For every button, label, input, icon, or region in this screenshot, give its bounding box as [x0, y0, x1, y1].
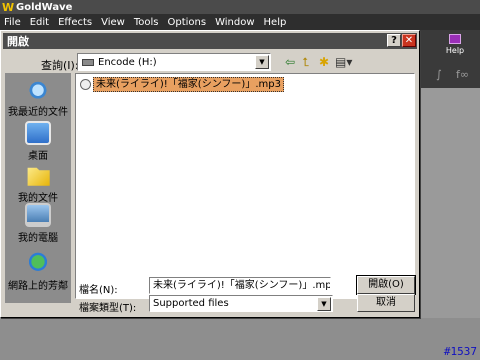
desktop-icon: [25, 121, 51, 145]
place-label: 我的文件: [18, 193, 58, 204]
recent-documents-icon: [25, 77, 51, 101]
menu-view[interactable]: View: [101, 17, 125, 28]
function-tool-icon[interactable]: f∞: [456, 68, 469, 81]
app-title: GoldWave: [16, 1, 73, 13]
new-folder-icon[interactable]: ✱: [317, 55, 331, 69]
menu-tools[interactable]: Tools: [134, 17, 159, 28]
app-workspace: [418, 88, 480, 318]
help-question-button[interactable]: ?: [387, 34, 401, 47]
place-recent-documents[interactable]: 我最近的文件: [5, 77, 71, 118]
place-my-documents[interactable]: 我的文件: [5, 163, 71, 204]
menu-file[interactable]: File: [4, 17, 21, 28]
filetype-value: Supported files: [153, 298, 229, 309]
file-list[interactable]: 未来(ライライ)!「福家(シンフー)」.mp3: [75, 73, 415, 299]
app-menubar: File Edit Effects View Tools Options Win…: [0, 14, 480, 30]
place-label: 桌面: [28, 151, 48, 162]
dialog-titlebar: 開啟 ? ✕: [3, 33, 417, 49]
help-button-label: Help: [445, 46, 465, 55]
back-arrow-icon[interactable]: ⇦: [283, 55, 297, 69]
open-dialog: 開啟 ? ✕ 查詢(I): Encode (H:) ▼ ⇦ ⮤ ✱ ▤▾ 我最近…: [0, 30, 420, 318]
dialog-title: 開啟: [7, 35, 29, 48]
help-book-icon: [449, 34, 461, 44]
menu-window[interactable]: Window: [215, 17, 254, 28]
my-computer-icon: [25, 203, 51, 227]
place-label: 我最近的文件: [8, 107, 68, 118]
place-network[interactable]: 網路上的芳鄰: [5, 251, 71, 292]
drive-icon: [82, 58, 94, 66]
integral-tool-icon[interactable]: ∫: [436, 68, 442, 81]
view-menu-icon[interactable]: ▤▾: [335, 55, 352, 69]
look-in-dropdown[interactable]: Encode (H:) ▼: [77, 53, 271, 71]
filename-input[interactable]: 未来(ライライ)!「福家(シンフー)」.mp3: [149, 277, 331, 294]
place-label: 網路上的芳鄰: [8, 281, 68, 292]
menu-help[interactable]: Help: [264, 17, 287, 28]
look-in-value: Encode (H:): [98, 56, 157, 68]
file-name: 未来(ライライ)!「福家(シンフー)」.mp3: [93, 77, 284, 92]
audio-file-icon: [80, 79, 91, 90]
close-button[interactable]: ✕: [402, 34, 416, 47]
place-label: 我的電腦: [18, 233, 58, 244]
places-bar: 我最近的文件 桌面 我的文件 我的電腦 網路上的芳鄰: [5, 73, 71, 303]
menu-options[interactable]: Options: [167, 17, 206, 28]
place-my-computer[interactable]: 我的電腦: [5, 203, 71, 244]
list-item[interactable]: 未来(ライライ)!「福家(シンフー)」.mp3: [80, 77, 284, 92]
filetype-dropdown[interactable]: Supported files ▼: [149, 295, 333, 312]
place-desktop[interactable]: 桌面: [5, 121, 71, 162]
chevron-down-icon[interactable]: ▼: [255, 55, 269, 69]
network-places-icon: [25, 251, 51, 275]
help-toolbar-button[interactable]: Help: [440, 34, 470, 60]
menu-edit[interactable]: Edit: [30, 17, 49, 28]
look-in-label: 查詢(I):: [41, 59, 79, 72]
open-button[interactable]: 開啟(O): [356, 275, 416, 295]
up-folder-icon[interactable]: ⮤: [299, 55, 313, 69]
filename-label: 檔名(N):: [79, 285, 118, 296]
watermark-label: #1537: [443, 345, 477, 358]
my-documents-icon: [27, 167, 50, 186]
menu-effects[interactable]: Effects: [58, 17, 92, 28]
filetype-label: 檔案類型(T):: [79, 303, 137, 314]
app-titlebar: W GoldWave: [0, 0, 480, 14]
goldwave-logo-icon: W: [2, 0, 15, 14]
cancel-button[interactable]: 取消: [357, 294, 415, 312]
chevron-down-icon[interactable]: ▼: [317, 297, 331, 311]
